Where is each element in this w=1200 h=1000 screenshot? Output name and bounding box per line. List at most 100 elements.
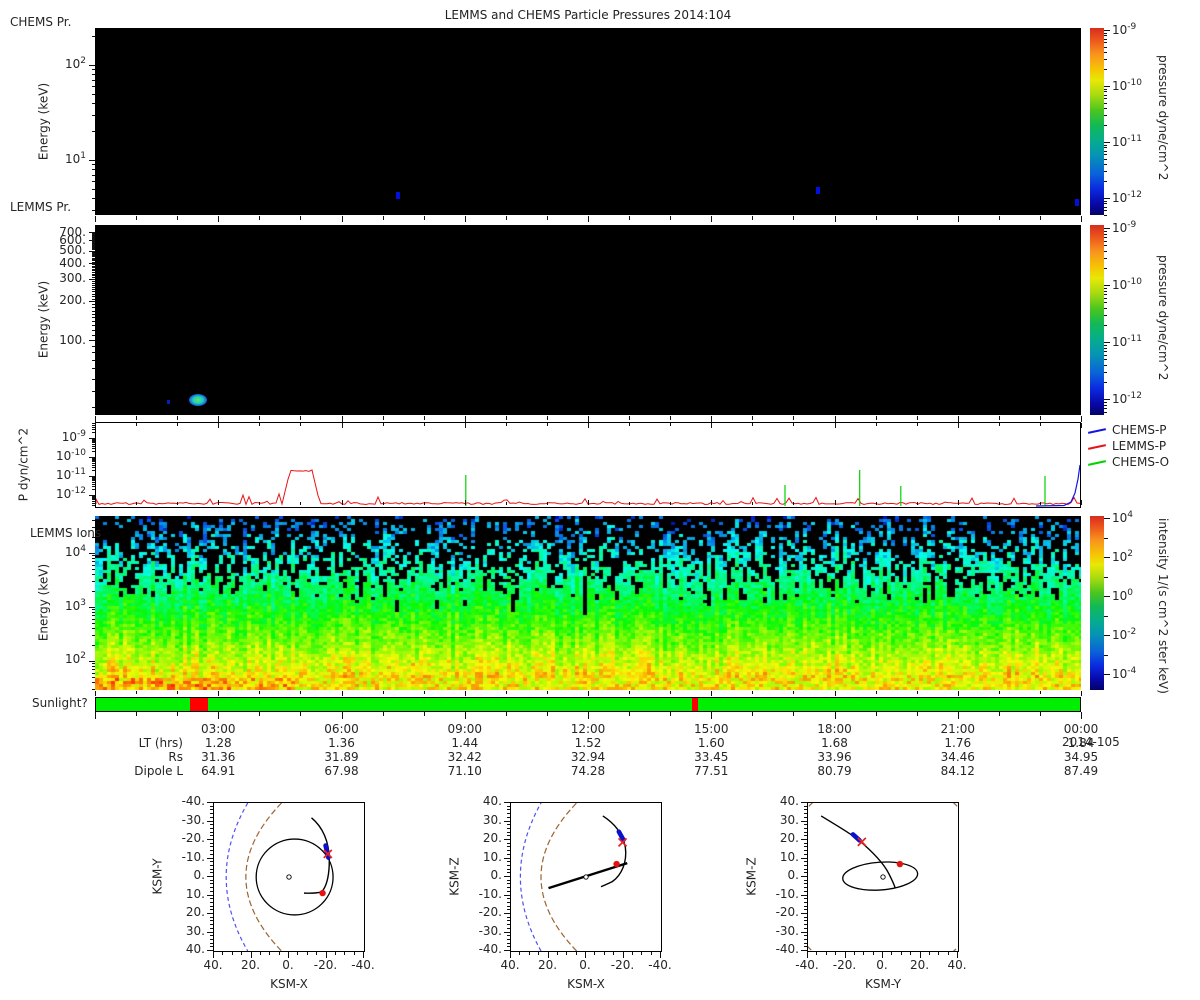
orbit-y-tick-label: -40. <box>478 942 502 956</box>
axis-tick <box>507 898 510 899</box>
lt-value: 1.44 <box>451 736 479 750</box>
axis-tick <box>804 924 807 925</box>
row-label-lt: LT (hrs) <box>138 736 183 750</box>
axis-tick <box>804 928 807 929</box>
axis-tick <box>210 943 213 944</box>
axis-tick <box>1104 86 1110 87</box>
axis-tick <box>507 946 510 947</box>
axis-tick <box>804 946 807 947</box>
axis-tick <box>92 259 95 260</box>
axis-tick-label: 102 <box>1112 549 1134 564</box>
axis-tick <box>92 537 95 538</box>
axis-tick <box>89 340 95 341</box>
axis-tick <box>651 952 652 955</box>
rs-value: 32.42 <box>447 750 482 764</box>
axis-tick <box>507 824 510 825</box>
axis-tick <box>92 440 95 441</box>
axis-tick <box>136 416 137 420</box>
axis-tick <box>547 691 548 694</box>
axis-tick <box>507 806 510 807</box>
axis-tick <box>89 661 95 662</box>
axis-tick <box>1104 142 1110 143</box>
orbit-x-tick-label: -40. <box>648 958 672 972</box>
colorbar-label-intensity: intensity 1/(s cm^2 ster keV) <box>1156 518 1170 694</box>
axis-tick-label: 500. <box>59 243 86 257</box>
axis-tick <box>958 712 959 719</box>
orbit-y-tick-label: 20. <box>185 905 205 919</box>
axis-tick <box>210 917 213 918</box>
axis-tick <box>342 500 343 505</box>
axis-tick <box>1104 291 1107 292</box>
axis-tick <box>465 500 466 505</box>
axis-tick-label: 200. <box>59 293 86 307</box>
axis-tick <box>92 260 95 261</box>
axis-tick <box>876 691 877 694</box>
axis-tick <box>92 269 95 270</box>
axis-tick <box>507 883 510 884</box>
orbit-plot-svg <box>225 803 334 951</box>
axis-tick <box>300 216 301 220</box>
axis-tick <box>804 898 807 899</box>
axis-tick <box>507 902 510 903</box>
axis-tick <box>92 458 95 459</box>
sunlight-off-segment <box>189 698 208 711</box>
axis-tick <box>752 416 753 420</box>
rs-value: 31.89 <box>324 750 359 764</box>
axis-tick <box>835 416 836 422</box>
axis-tick <box>92 274 95 275</box>
axis-tick <box>92 609 95 610</box>
axis-tick <box>1104 171 1107 172</box>
axis-tick <box>92 461 95 462</box>
axis-tick <box>1104 251 1107 252</box>
axis-tick <box>92 673 95 674</box>
axis-tick <box>210 880 213 881</box>
axis-tick <box>1104 315 1107 316</box>
axis-tick <box>92 346 95 347</box>
axis-tick <box>547 416 548 420</box>
axis-tick <box>89 476 95 477</box>
axis-tick-label: 10-9 <box>1112 22 1137 37</box>
axis-tick <box>241 952 242 955</box>
axis-tick <box>92 287 95 288</box>
axis-tick <box>1104 616 1108 617</box>
axis-tick <box>938 952 939 955</box>
axis-tick <box>1104 89 1107 90</box>
axis-tick <box>1104 355 1107 356</box>
axis-tick <box>1104 288 1107 289</box>
axis-tick <box>207 839 213 840</box>
axis-tick <box>92 115 95 116</box>
axis-tick <box>801 895 807 896</box>
axis-tick <box>259 502 260 505</box>
lemms-pressure-spectrogram <box>95 225 1081 415</box>
axis-tick <box>1040 712 1041 716</box>
axis-tick <box>92 677 95 678</box>
axis-tick <box>300 691 301 694</box>
axis-tick <box>354 952 355 955</box>
axis-tick <box>1104 372 1107 373</box>
axis-tick <box>752 502 753 505</box>
dipole-value: 80.79 <box>817 764 852 778</box>
axis-tick <box>344 952 345 955</box>
axis-tick <box>92 210 95 211</box>
axis-tick <box>1104 365 1107 366</box>
rs-value: 31.36 <box>201 750 236 764</box>
axis-tick <box>1104 151 1107 152</box>
axis-tick <box>210 832 213 833</box>
dipole-value: 84.12 <box>940 764 975 778</box>
axis-tick <box>538 952 539 955</box>
axis-tick <box>92 465 95 466</box>
axis-tick <box>92 80 95 81</box>
axis-tick <box>177 216 178 220</box>
axis-tick <box>92 131 95 132</box>
axis-tick <box>804 824 807 825</box>
axis-tick <box>89 279 95 280</box>
axis-tick-label: 100 <box>1112 588 1134 603</box>
axis-tick <box>92 432 95 433</box>
dipole-value: 87.49 <box>1063 764 1099 778</box>
axis-tick <box>588 416 589 422</box>
axis-tick <box>507 869 510 870</box>
orbit-y-tick-label: 30. <box>779 812 799 827</box>
axis-tick <box>1104 115 1107 116</box>
orbit-y-tick-label: -20. <box>478 905 502 919</box>
orbit-y-tick-label: 20. <box>482 831 502 845</box>
